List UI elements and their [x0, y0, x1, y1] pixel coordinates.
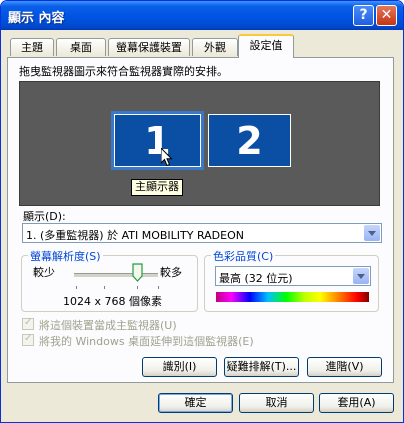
chevron-down-icon[interactable] [364, 225, 380, 241]
window-title: 顯示 內容 [8, 11, 65, 26]
extend-desktop-checkbox[interactable] [22, 333, 34, 346]
question-mark-icon: ? [359, 7, 368, 23]
tab-themes[interactable]: 主題 [10, 38, 54, 56]
resolution-slider-thumb[interactable] [132, 263, 143, 282]
slider-tick [76, 286, 77, 289]
tab-appearance[interactable]: 外觀 [192, 38, 238, 56]
chevron-down-icon[interactable] [353, 268, 369, 284]
color-spectrum-bar [216, 292, 369, 302]
tab-settings[interactable]: 設定值 [238, 34, 294, 58]
slider-tick [137, 286, 138, 289]
identify-button[interactable]: 識別(I) [142, 357, 217, 377]
arrange-instruction: 拖曳監視器圖示來符合監視器實際的安排。 [19, 65, 228, 78]
ok-button[interactable]: 確定 [158, 393, 233, 413]
resolution-less-label: 較少 [33, 266, 55, 279]
help-button[interactable]: ? [353, 5, 374, 26]
extend-desktop-checkbox-label: 將我的 Windows 桌面延伸到這個監視器(E) [39, 335, 254, 348]
display-select[interactable]: 1. (多重監視器) 於 ATI MOBILITY RADEON [22, 223, 382, 243]
resolution-more-label: 較多 [160, 266, 182, 279]
display-label: 顯示(D): [23, 210, 66, 223]
display-properties-window: 顯示 內容 ? ✕ 主題 桌面 螢幕保護裝置 外觀 設定值 拖曳監視器圖示來符合… [0, 0, 404, 423]
cancel-button[interactable]: 取消 [239, 393, 314, 413]
advanced-button[interactable]: 進階(V) [307, 357, 382, 377]
tab-desktop[interactable]: 桌面 [56, 38, 106, 56]
apply-button[interactable]: 套用(A) [319, 393, 394, 413]
slider-tick [104, 286, 105, 289]
troubleshoot-button[interactable]: 疑難排解(T)... [224, 357, 299, 377]
resolution-value: 1024 x 768 個像素 [63, 295, 162, 308]
color-quality-value: 最高 (32 位元) [219, 272, 293, 285]
title-bar[interactable]: 顯示 內容 ? ✕ [1, 1, 403, 30]
monitor-2-icon[interactable]: 2 [208, 114, 291, 167]
color-quality-select[interactable]: 最高 (32 位元) [215, 266, 371, 286]
color-quality-legend: 色彩品質(C) [211, 248, 276, 264]
slider-tick [158, 286, 159, 289]
primary-monitor-checkbox-label: 將這個裝置當成主監視器(U) [39, 319, 177, 332]
primary-monitor-checkbox[interactable] [22, 317, 34, 330]
resolution-legend: 螢幕解析度(S) [28, 248, 103, 264]
resolution-slider-track[interactable] [74, 273, 158, 277]
monitor-1-icon[interactable]: 1 [111, 111, 204, 170]
monitor-2-number: 2 [236, 119, 263, 163]
display-select-value: 1. (多重監視器) 於 ATI MOBILITY RADEON [26, 229, 244, 242]
close-icon: ✕ [380, 7, 393, 23]
mouse-cursor-icon [161, 148, 173, 167]
tab-screen-saver[interactable]: 螢幕保護裝置 [108, 38, 190, 56]
monitor-arrangement-area[interactable]: 1 2 主顯示器 [19, 81, 380, 206]
primary-monitor-tooltip: 主顯示器 [131, 179, 183, 196]
close-button[interactable]: ✕ [376, 5, 397, 26]
